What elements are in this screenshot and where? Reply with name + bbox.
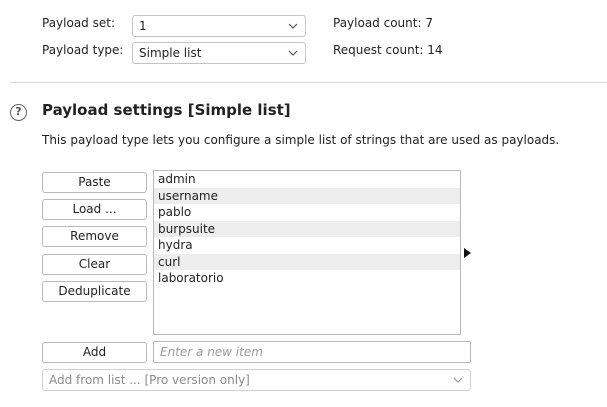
list-item[interactable]: hydra — [154, 237, 460, 254]
list-item[interactable]: pablo — [154, 204, 460, 221]
payload-type-select[interactable]: Simple list — [132, 42, 306, 64]
paste-button[interactable]: Paste — [42, 172, 147, 193]
section-title: Payload settings [Simple list] — [42, 101, 291, 119]
request-count-label: Request count: 14 — [333, 43, 443, 57]
request-count-value: 14 — [427, 43, 443, 57]
deduplicate-button[interactable]: Deduplicate — [42, 281, 147, 302]
list-item[interactable]: admin — [154, 171, 460, 188]
clear-button[interactable]: Clear — [42, 254, 147, 275]
payload-type-label: Payload type: — [42, 43, 124, 57]
payload-set-label: Payload set: — [42, 16, 115, 30]
add-from-list-value: Add from list ... [Pro version only] — [49, 373, 250, 387]
payload-count-label: Payload count: 7 — [333, 16, 433, 30]
help-circle-icon[interactable]: ? — [10, 104, 27, 121]
chevron-down-icon — [288, 23, 298, 29]
list-item[interactable]: username — [154, 187, 460, 204]
chevron-down-icon — [288, 50, 298, 56]
payload-list[interactable]: admin username pablo burpsuite hydra cur… — [153, 170, 461, 335]
section-description: This payload type lets you configure a s… — [42, 133, 560, 147]
payload-count-value: 7 — [425, 16, 433, 30]
list-item[interactable]: curl — [154, 253, 460, 270]
payload-set-value: 1 — [139, 19, 147, 33]
play-arrow-icon — [464, 248, 471, 258]
payload-type-value: Simple list — [139, 46, 202, 60]
load-button[interactable]: Load ... — [42, 199, 147, 220]
add-from-list-select[interactable]: Add from list ... [Pro version only] — [42, 369, 471, 391]
chevron-down-icon — [453, 377, 463, 383]
list-item[interactable]: laboratorio — [154, 270, 460, 287]
list-item[interactable]: burpsuite — [154, 220, 460, 237]
remove-button[interactable]: Remove — [42, 226, 147, 247]
section-divider — [10, 82, 607, 83]
add-button[interactable]: Add — [42, 342, 147, 363]
payload-set-select[interactable]: 1 — [132, 15, 306, 37]
new-item-input[interactable]: Enter a new item — [153, 341, 471, 363]
